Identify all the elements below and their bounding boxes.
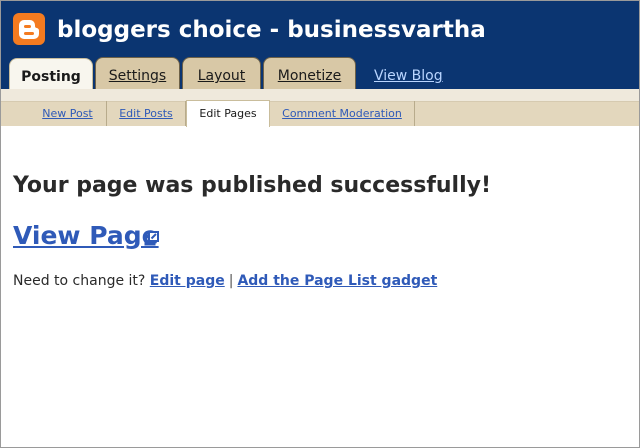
- change-line: Need to change it? Edit page | Add the Pag…: [13, 273, 437, 289]
- browser-frame: bloggers choice - businessvartha Posting…: [0, 0, 640, 448]
- external-link-icon[interactable]: [144, 231, 159, 246]
- tab-label: Monetize: [277, 68, 342, 84]
- view-blog-link[interactable]: View Blog: [374, 68, 443, 84]
- tab-layout[interactable]: Layout: [182, 57, 261, 89]
- success-message: Your page was published successfully!: [13, 173, 492, 198]
- subnav-edit-pages[interactable]: Edit Pages: [186, 100, 270, 127]
- subnav-new-post[interactable]: New Post: [29, 101, 107, 126]
- tab-posting[interactable]: Posting: [9, 58, 93, 91]
- tab-label: Settings: [108, 68, 167, 84]
- view-page-link[interactable]: View Page: [13, 221, 159, 250]
- link-separator: |: [228, 273, 234, 289]
- add-page-list-gadget-link[interactable]: Add the Page List gadget: [237, 273, 437, 289]
- edit-page-link[interactable]: Edit page: [150, 273, 225, 289]
- tab-settings[interactable]: Settings: [95, 57, 180, 89]
- tab-monetize[interactable]: Monetize: [263, 57, 356, 89]
- change-prompt: Need to change it?: [13, 273, 146, 289]
- tab-label: Layout: [197, 68, 246, 84]
- blogger-logo-icon[interactable]: [13, 13, 45, 45]
- tab-label: Posting: [21, 69, 81, 85]
- subnav-edit-posts[interactable]: Edit Posts: [107, 101, 186, 126]
- subnav-comment-moderation[interactable]: Comment Moderation: [270, 101, 415, 126]
- blogger-header: bloggers choice - businessvartha Posting…: [1, 1, 639, 91]
- blog-title: bloggers choice - businessvartha: [57, 17, 486, 43]
